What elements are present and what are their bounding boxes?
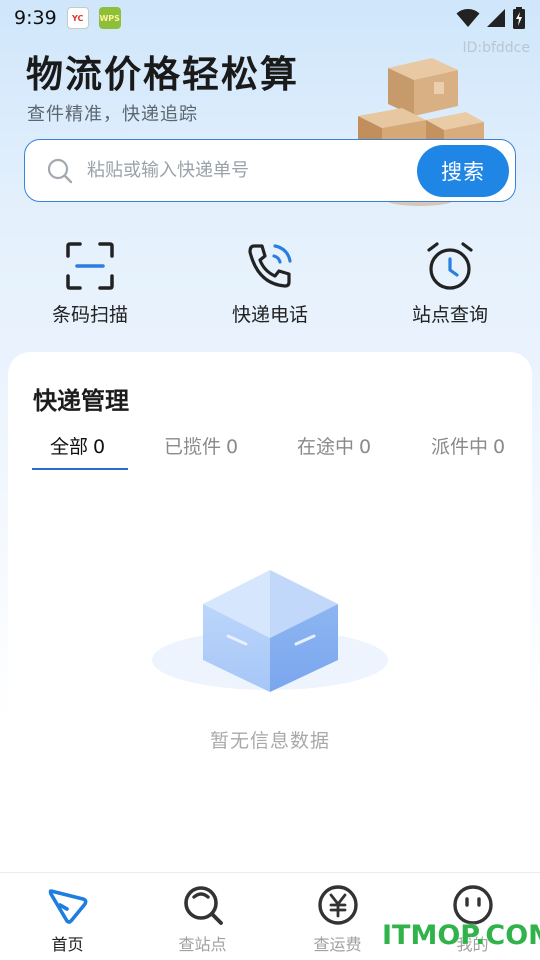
tab-count: 0	[93, 436, 106, 458]
search-station-icon	[183, 886, 223, 925]
action-label: 快递电话	[231, 304, 308, 326]
empty-state-text: 暂无信息数据	[209, 730, 330, 752]
status-indicators	[456, 7, 526, 29]
empty-box-illustration	[152, 570, 388, 692]
quick-actions: 条码扫描 快递电话 站点查询	[0, 238, 540, 338]
phone-call-icon	[248, 244, 292, 288]
status-bar: 9:39 YC WPS	[0, 0, 540, 36]
wifi-icon	[456, 9, 480, 27]
express-management-card: 快递管理 全部 0 已揽件 0 在途中 0 派件中 0 暂无信息数据	[8, 352, 532, 892]
tab-label: 全部	[50, 436, 89, 458]
tab-label: 已揽件	[164, 436, 222, 458]
nav-label: 首页	[51, 935, 84, 954]
site-watermark: ITMOP.COM	[382, 920, 540, 951]
active-tab-indicator	[32, 468, 128, 470]
hero-title: 物流价格轻松算	[26, 53, 299, 96]
yc-app-icon: YC	[66, 7, 89, 29]
tab-label: 在途中	[297, 436, 355, 458]
alarm-clock-icon	[427, 242, 473, 290]
tab-collected[interactable]: 已揽件 0	[164, 432, 238, 459]
tracking-number-input[interactable]	[87, 160, 387, 181]
nav-search-station[interactable]: 查站点	[135, 881, 270, 955]
search-icon	[47, 158, 73, 183]
wps-app-icon: WPS	[98, 7, 121, 29]
barcode-scan-icon	[66, 242, 114, 290]
nav-label: 查站点	[178, 935, 227, 954]
action-label: 站点查询	[411, 304, 488, 326]
tab-delivering[interactable]: 派件中 0	[431, 432, 505, 459]
yen-icon	[317, 885, 358, 925]
home-icon	[48, 889, 87, 924]
tab-label: 派件中	[431, 436, 489, 458]
action-express-phone[interactable]: 快递电话	[200, 238, 340, 327]
card-title: 快递管理	[33, 387, 129, 415]
tab-in-transit[interactable]: 在途中 0	[297, 432, 371, 459]
tab-count: 0	[493, 436, 506, 458]
battery-icon	[513, 7, 525, 29]
action-label: 条码扫描	[51, 304, 128, 326]
tab-count: 0	[226, 436, 239, 458]
app-screen: 9:39 YC WPS ID:bfddce 物流价格轻松算 查件精准，快递追踪	[0, 0, 540, 960]
tracking-search-bar: 搜索	[24, 139, 516, 202]
action-station-query[interactable]: 站点查询	[380, 238, 520, 327]
hero-subtitle: 查件精准，快递追踪	[27, 104, 198, 125]
status-time: 9:39	[14, 7, 57, 29]
cell-signal-icon	[487, 9, 505, 27]
tab-all[interactable]: 全部 0	[50, 432, 105, 459]
search-button[interactable]: 搜索	[417, 145, 509, 197]
action-barcode-scan[interactable]: 条码扫描	[20, 238, 160, 327]
nav-home[interactable]: 首页	[0, 881, 135, 955]
tab-count: 0	[359, 436, 372, 458]
status-tabs: 全部 0 已揽件 0 在途中 0 派件中 0	[8, 432, 532, 472]
